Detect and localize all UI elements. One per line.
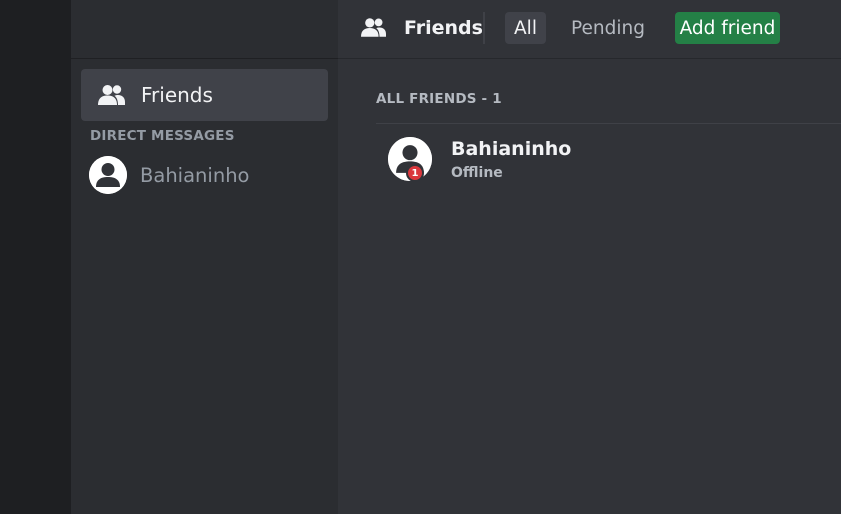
direct-messages-header: DIRECT MESSAGES: [90, 128, 235, 144]
divider: [376, 123, 841, 124]
top-bar: Friends All Pending Add friend: [338, 0, 841, 59]
notification-badge: 1: [406, 164, 424, 182]
page-title: Friends: [404, 17, 483, 39]
sidebar-item-label: Friends: [141, 83, 213, 107]
friends-icon: [98, 85, 125, 105]
friends-icon: [361, 18, 386, 37]
sidebar-item-friends[interactable]: Friends: [81, 69, 328, 121]
divider: [483, 12, 485, 44]
sidebar-header: [71, 0, 338, 59]
tab-pending[interactable]: Pending: [568, 12, 648, 44]
add-friend-button[interactable]: Add friend: [675, 12, 780, 44]
tab-all[interactable]: All: [505, 12, 546, 44]
friend-status: Offline: [451, 165, 503, 181]
server-rail: [0, 0, 71, 514]
friends-list-panel: ALL FRIENDS - 1 1 Bahianinho Offline: [338, 60, 841, 514]
user-avatar-icon: [89, 156, 127, 194]
friend-name: Bahianinho: [451, 138, 572, 160]
sidebar: Friends DIRECT MESSAGES Bahianinho: [71, 0, 338, 514]
friends-count-header: ALL FRIENDS - 1: [376, 91, 502, 107]
friend-row-bahianinho[interactable]: 1 Bahianinho Offline: [376, 132, 841, 190]
dm-name: Bahianinho: [140, 163, 250, 187]
dm-item-bahianinho[interactable]: Bahianinho: [89, 153, 324, 197]
avatar: [89, 156, 127, 194]
